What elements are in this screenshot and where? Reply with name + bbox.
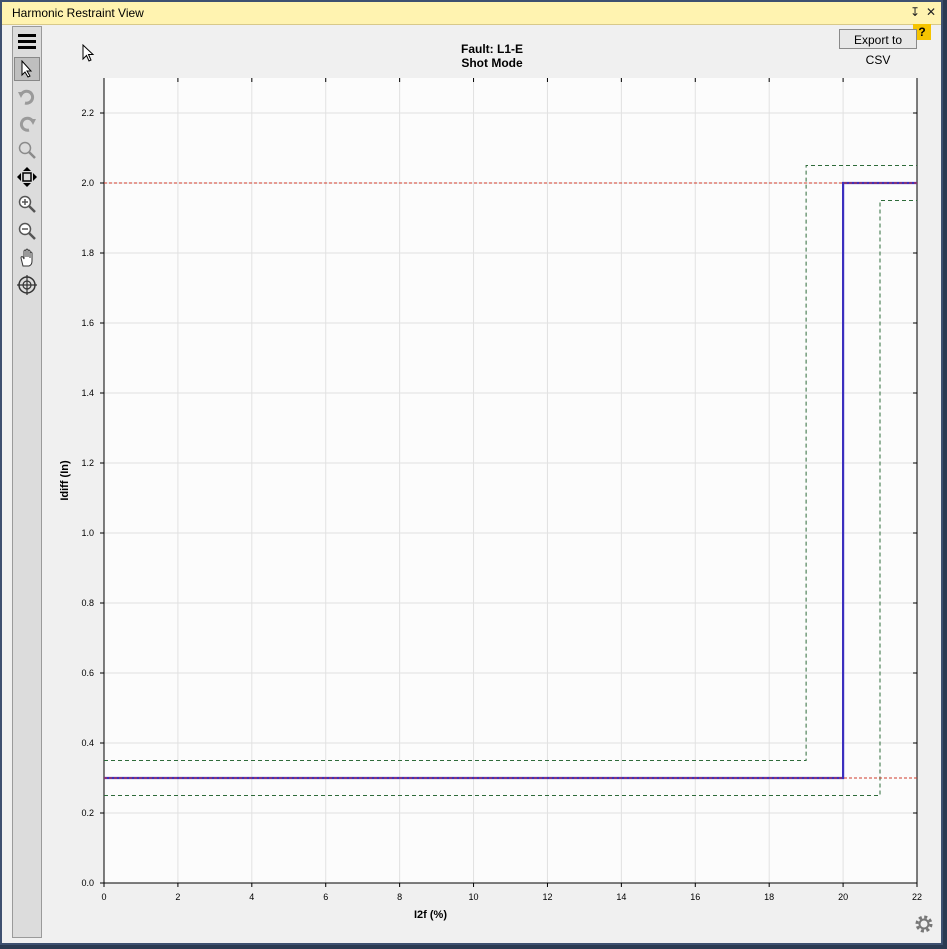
- fit-icon[interactable]: [14, 165, 40, 189]
- gear-icon[interactable]: [912, 912, 936, 936]
- y-tick-label: 1.0: [81, 528, 94, 538]
- zoom-in-icon[interactable]: [14, 192, 40, 216]
- plot-area: [104, 78, 917, 883]
- pointer-icon[interactable]: [14, 57, 40, 81]
- menu-icon[interactable]: [14, 29, 40, 53]
- x-tick-label: 0: [101, 892, 106, 902]
- x-tick-label: 4: [249, 892, 254, 902]
- close-icon[interactable]: ✕: [924, 5, 938, 19]
- harmonic-restraint-chart: 0 2 4 6 8 10 12 14 16 18 20 22 0.0 0.2 0.4 0.6 0.8 1.0 1.2…: [59, 78, 922, 921]
- x-tick-label: 20: [838, 892, 848, 902]
- zoom-out-icon[interactable]: [14, 219, 40, 243]
- x-tick-label: 18: [764, 892, 774, 902]
- export-csv-button[interactable]: Export to CSV: [839, 29, 917, 67]
- pin-icon[interactable]: ↧: [908, 5, 922, 19]
- y-tick-label: 1.6: [81, 318, 94, 328]
- y-tick-label: 0.8: [81, 598, 94, 608]
- x-tick-label: 6: [323, 892, 328, 902]
- y-tick-label: 0.6: [81, 668, 94, 678]
- mouse-cursor-icon: [82, 44, 95, 62]
- title-bar: Harmonic Restraint View ↧ ✕: [2, 2, 941, 25]
- chart-title: Fault: L1-E: [461, 42, 523, 56]
- series-line-1: [104, 165, 917, 761]
- y-tick-label: 1.4: [81, 388, 94, 398]
- x-tick-label: 14: [616, 892, 626, 902]
- zoom-icon[interactable]: [14, 138, 40, 162]
- undo-icon[interactable]: [14, 84, 40, 108]
- y-tick-label: 0.2: [81, 808, 94, 818]
- series-line-0: [104, 181, 917, 780]
- pan-icon[interactable]: [14, 246, 40, 270]
- y-tick-label: 0.4: [81, 738, 94, 748]
- window-title: Harmonic Restraint View: [12, 6, 144, 20]
- x-tick-label: 2: [175, 892, 180, 902]
- x-tick-label: 8: [397, 892, 402, 902]
- x-tick-label: 16: [690, 892, 700, 902]
- y-tick-label: 1.8: [81, 248, 94, 258]
- redo-icon[interactable]: [14, 111, 40, 135]
- y-axis-label: Idiff (In): [59, 460, 71, 501]
- x-axis-label: I2f (%): [414, 909, 447, 921]
- x-tick-label: 12: [542, 892, 552, 902]
- y-tick-label: 1.2: [81, 458, 94, 468]
- series-line-2: [104, 200, 917, 796]
- chart-subtitle: Shot Mode: [461, 56, 523, 70]
- y-tick-label: 2.0: [81, 178, 94, 188]
- x-tick-label: 10: [469, 892, 479, 902]
- crosshair-icon[interactable]: [14, 273, 40, 297]
- y-tick-label: 2.2: [81, 108, 94, 118]
- x-tick-label: 22: [912, 892, 922, 902]
- chart-toolbar: [12, 26, 42, 938]
- harmonic-restraint-window: Harmonic Restraint View ↧ ✕ ? Export to …: [0, 0, 943, 945]
- y-tick-label: 0.0: [81, 878, 94, 888]
